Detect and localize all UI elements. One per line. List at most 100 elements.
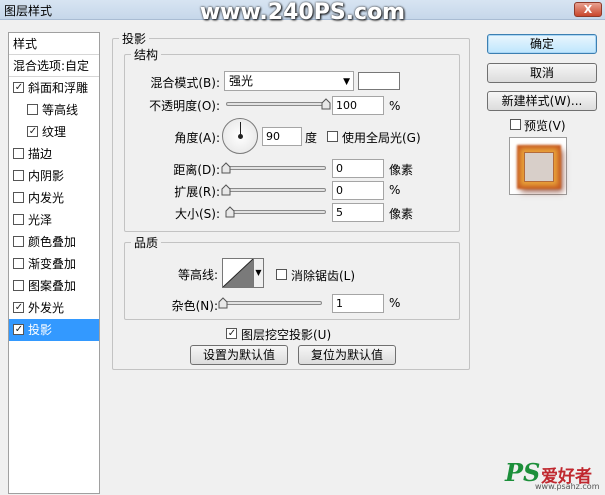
knockout-checkbox[interactable]: [226, 328, 237, 339]
sidebar-item[interactable]: 光泽: [9, 209, 99, 231]
angle-dial-center: [238, 134, 243, 139]
distance-slider[interactable]: [221, 162, 326, 174]
slider-thumb[interactable]: [321, 98, 331, 110]
slider-thumb[interactable]: [221, 162, 231, 174]
sidebar-item-label: 颜色叠加: [28, 235, 77, 249]
sidebar-item-checkbox[interactable]: [13, 236, 24, 247]
size-input[interactable]: 5: [332, 203, 384, 222]
sidebar-item-checkbox[interactable]: [13, 170, 24, 181]
sidebar-item[interactable]: 样式: [9, 33, 99, 55]
new-style-button[interactable]: 新建样式(W)...: [487, 91, 597, 111]
cancel-button[interactable]: 取消: [487, 63, 597, 83]
size-label: 大小(S):: [174, 207, 220, 221]
sidebar-item-label: 渐变叠加: [28, 257, 77, 271]
sidebar-item-label: 外发光: [28, 301, 65, 315]
anti-alias-label[interactable]: 消除锯齿(L): [291, 267, 355, 284]
anti-alias-checkbox[interactable]: [276, 269, 287, 280]
sidebar-item[interactable]: 斜面和浮雕: [9, 77, 99, 99]
sidebar-item[interactable]: 图案叠加: [9, 275, 99, 297]
sidebar-item[interactable]: 描边: [9, 143, 99, 165]
close-button[interactable]: X: [574, 2, 602, 17]
knockout-label[interactable]: 图层挖空投影(U): [241, 326, 331, 343]
slider-track: [226, 166, 326, 170]
slider-thumb[interactable]: [225, 206, 235, 218]
angle-unit: 度: [305, 131, 318, 145]
blend-mode-select[interactable]: 强光 ▼: [224, 71, 354, 91]
spread-input[interactable]: 0: [332, 181, 384, 200]
sidebar-item[interactable]: 内发光: [9, 187, 99, 209]
angle-dial[interactable]: [222, 118, 258, 154]
slider-track: [226, 102, 326, 106]
sidebar-item[interactable]: 渐变叠加: [9, 253, 99, 275]
sidebar-item[interactable]: 外发光: [9, 297, 99, 319]
noise-slider[interactable]: [218, 297, 322, 309]
sidebar-item-label: 描边: [28, 147, 53, 161]
noise-label: 杂色(N):: [171, 299, 218, 313]
sidebar-item-label: 投影: [28, 323, 53, 337]
title-bar: 图层样式 www.240PS.com X: [0, 0, 605, 24]
sidebar-item-checkbox[interactable]: [13, 280, 24, 291]
sidebar-item-checkbox[interactable]: [13, 302, 24, 313]
size-slider[interactable]: [225, 206, 326, 218]
contour-dropdown[interactable]: ▼: [254, 258, 264, 288]
structure-title: 结构: [134, 48, 159, 62]
sidebar-item-label: 图案叠加: [28, 279, 77, 293]
sidebar-item[interactable]: 混合选项:自定: [9, 55, 99, 77]
global-light-checkbox[interactable]: [327, 131, 338, 142]
sidebar-item-label: 光泽: [28, 213, 53, 227]
spread-slider[interactable]: [221, 184, 326, 196]
sidebar-item[interactable]: 投影: [9, 319, 99, 341]
sidebar-item-checkbox[interactable]: [13, 192, 24, 203]
sidebar-item-checkbox[interactable]: [13, 82, 24, 93]
angle-label: 角度(A):: [174, 131, 220, 145]
logo-url: www.psahz.com: [535, 482, 600, 491]
sidebar-item-label: 斜面和浮雕: [28, 81, 89, 95]
slider-track: [222, 301, 322, 305]
site-watermark: www.240PS.com: [199, 0, 406, 25]
preview-label[interactable]: 预览(V): [524, 117, 566, 134]
sidebar-item-checkbox[interactable]: [13, 214, 24, 225]
opacity-input[interactable]: 100: [332, 96, 384, 115]
sidebar-item-checkbox[interactable]: [13, 258, 24, 269]
noise-input[interactable]: 1: [332, 294, 384, 313]
sidebar-item-label: 内阴影: [28, 169, 65, 183]
sidebar-item-label: 混合选项:自定: [13, 59, 90, 73]
slider-thumb[interactable]: [218, 297, 228, 309]
sidebar-item[interactable]: 颜色叠加: [9, 231, 99, 253]
sidebar-item[interactable]: 内阴影: [9, 165, 99, 187]
sidebar-item-label: 纹理: [42, 125, 67, 139]
drop-shadow-title: 投影: [122, 32, 147, 46]
noise-unit: %: [389, 296, 401, 310]
sidebar-item-checkbox[interactable]: [27, 104, 38, 115]
site-logo: PS 爱好者 www.psahz.com: [505, 458, 601, 492]
blend-mode-value: 强光: [229, 74, 254, 88]
contour-label: 等高线:: [177, 268, 218, 282]
shadow-color-swatch[interactable]: [358, 72, 400, 90]
preview-checkbox[interactable]: [510, 119, 521, 130]
angle-input[interactable]: 90: [262, 127, 302, 146]
sidebar-item-checkbox[interactable]: [13, 148, 24, 159]
sidebar-item-label: 样式: [13, 37, 38, 51]
sidebar-item[interactable]: 纹理: [9, 121, 99, 143]
global-light-label[interactable]: 使用全局光(G): [342, 129, 421, 146]
sidebar-item-label: 等高线: [42, 103, 79, 117]
contour-picker[interactable]: [222, 258, 254, 288]
blend-mode-label: 混合模式(B):: [150, 76, 220, 90]
preview-swatch: [524, 152, 554, 182]
spread-unit: %: [389, 183, 401, 197]
size-unit: 像素: [389, 207, 414, 221]
quality-title: 品质: [134, 236, 159, 250]
slider-thumb[interactable]: [221, 184, 231, 196]
sidebar-item-label: 内发光: [28, 191, 65, 205]
ok-button[interactable]: 确定: [487, 34, 597, 54]
sidebar-item[interactable]: 等高线: [9, 99, 99, 121]
reset-default-button[interactable]: 复位为默认值: [298, 345, 396, 365]
sidebar-item-checkbox[interactable]: [13, 324, 24, 335]
distance-unit: 像素: [389, 163, 414, 177]
sidebar-item-checkbox[interactable]: [27, 126, 38, 137]
slider-track: [226, 210, 326, 214]
opacity-slider[interactable]: [226, 98, 331, 110]
styles-list: 样式混合选项:自定斜面和浮雕等高线纹理描边内阴影内发光光泽颜色叠加渐变叠加图案叠…: [8, 32, 100, 494]
distance-input[interactable]: 0: [332, 159, 384, 178]
make-default-button[interactable]: 设置为默认值: [190, 345, 288, 365]
